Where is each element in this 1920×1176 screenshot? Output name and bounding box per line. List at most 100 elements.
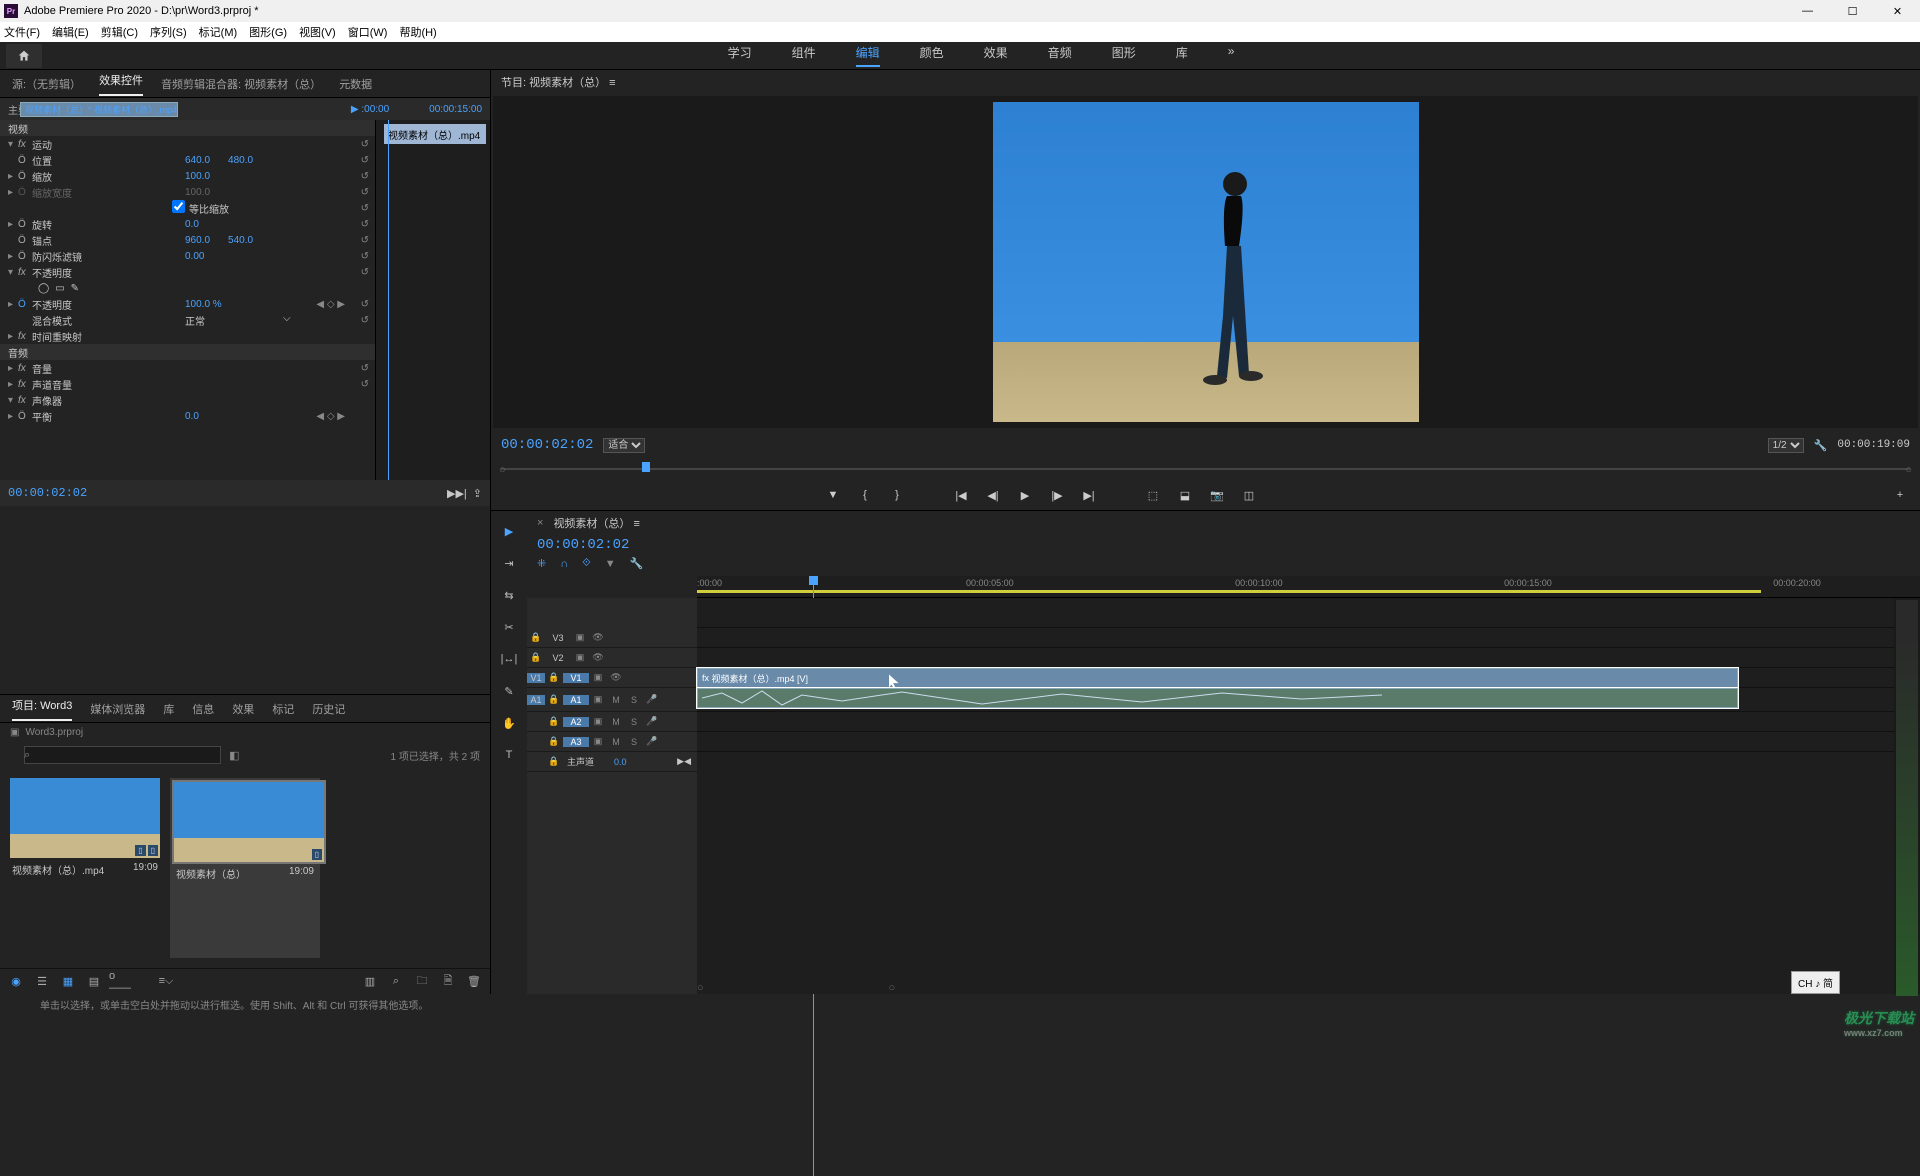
program-monitor[interactable] <box>493 96 1918 428</box>
lock-icon[interactable]: 🔒 <box>545 756 563 767</box>
reset-icon[interactable]: ↺ <box>361 171 369 182</box>
project-item[interactable]: ▯▯ 视频素材（总）.mp419:09 <box>10 778 160 958</box>
minimize-button[interactable]: — <box>1785 0 1830 22</box>
reset-icon[interactable]: ↺ <box>361 235 369 246</box>
automate-icon[interactable]: ▥ <box>362 974 378 990</box>
settings-icon[interactable]: 🔧 <box>1814 439 1828 452</box>
ec-position-x[interactable]: 640.0 <box>185 155 210 166</box>
voice-icon[interactable]: 🎤 <box>643 694 661 705</box>
zoom-slider[interactable]: o—— <box>112 974 128 990</box>
ime-indicator[interactable]: CH ♪ 简 <box>1791 971 1840 994</box>
menu-markers[interactable]: 标记(M) <box>199 24 238 40</box>
ec-export-icon[interactable]: ⇪ <box>473 487 482 500</box>
track-v3[interactable]: V3 <box>545 633 571 643</box>
source-patch-v1[interactable]: V1 <box>527 673 545 683</box>
project-item[interactable]: ▯ 视频素材（总）19:09 <box>170 778 320 958</box>
reset-icon[interactable]: ↺ <box>361 203 369 214</box>
source-patch-a1[interactable]: A1 <box>527 695 545 705</box>
workspace-learn[interactable]: 学习 <box>728 44 752 67</box>
reset-icon[interactable]: ↺ <box>361 187 369 198</box>
track-v1[interactable]: V1 <box>563 673 589 683</box>
tab-info[interactable]: 信息 <box>192 701 214 717</box>
toggle-sync-icon[interactable]: 👁 <box>589 632 607 643</box>
toggle-output-icon[interactable]: ▣ <box>589 694 607 705</box>
new-bin-icon[interactable]: 🗀 <box>414 974 430 990</box>
ripple-edit-tool[interactable]: ⇆ <box>499 585 519 605</box>
search-input[interactable] <box>24 746 221 764</box>
tab-project[interactable]: 项目: Word3 <box>12 697 72 721</box>
ec-balance-val[interactable]: 0.0 <box>185 411 199 422</box>
track-a1[interactable]: A1 <box>563 695 589 705</box>
list-view-icon[interactable]: ☰ <box>34 974 50 990</box>
ec-flicker-val[interactable]: 0.00 <box>185 251 204 262</box>
ec-timeline-clip[interactable]: 视频素材（总）.mp4 <box>384 124 486 144</box>
reset-icon[interactable]: ↺ <box>361 379 369 390</box>
mask-ellipse-icon[interactable]: ◯ <box>38 283 49 294</box>
go-to-out-button[interactable]: ▶| <box>1079 485 1099 505</box>
ec-uniform-scale-checkbox[interactable] <box>172 200 185 213</box>
ec-time-remap[interactable]: 时间重映射 <box>32 329 82 344</box>
ec-panner[interactable]: 声像器 <box>32 393 62 408</box>
menu-view[interactable]: 视图(V) <box>299 24 336 40</box>
menu-help[interactable]: 帮助(H) <box>399 24 436 40</box>
ec-blend-val[interactable]: 正常 <box>185 313 205 328</box>
reset-icon[interactable]: ↺ <box>361 315 369 326</box>
ec-scale-val[interactable]: 100.0 <box>185 171 210 182</box>
tab-effects[interactable]: 效果 <box>232 701 254 717</box>
reset-icon[interactable]: ↺ <box>361 155 369 166</box>
mask-pen-icon[interactable]: ✎ <box>71 283 79 294</box>
mask-rect-icon[interactable]: ▭ <box>55 283 64 294</box>
home-button[interactable] <box>6 44 42 68</box>
button-editor[interactable]: + <box>1890 485 1910 505</box>
record-icon[interactable]: ◉ <box>8 974 24 990</box>
step-forward-button[interactable]: |▶ <box>1047 485 1067 505</box>
close-button[interactable]: ✕ <box>1875 0 1920 22</box>
solo-icon[interactable]: S <box>625 695 643 705</box>
sort-icon[interactable]: ≡⌵ <box>158 974 174 990</box>
tab-audio-clip-mixer[interactable]: 音频剪辑混合器: 视频素材（总） <box>161 76 321 92</box>
pen-tool[interactable]: ✎ <box>499 681 519 701</box>
tab-media-browser[interactable]: 媒体浏览器 <box>90 701 145 717</box>
master-val[interactable]: 0.0 <box>614 757 627 767</box>
toggle-output-icon[interactable]: ▣ <box>571 652 589 663</box>
extract-button[interactable]: ⬓ <box>1175 485 1195 505</box>
go-to-in-button[interactable]: |◀ <box>951 485 971 505</box>
timeline-track-area[interactable]: fx 视频素材（总）.mp4 [V] ○ <box>697 598 1894 994</box>
reset-icon[interactable]: ↺ <box>361 363 369 374</box>
ec-opacity[interactable]: 不透明度 <box>32 265 72 280</box>
ec-position-y[interactable]: 480.0 <box>228 155 253 166</box>
workspace-libraries[interactable]: 库 <box>1176 44 1188 67</box>
tab-history[interactable]: 历史记 <box>312 701 345 717</box>
menu-edit[interactable]: 编辑(E) <box>52 24 89 40</box>
lock-icon[interactable]: 🔒 <box>545 736 563 747</box>
scrubber-playhead[interactable] <box>642 462 650 472</box>
new-item-icon[interactable]: 🗎 <box>440 974 456 990</box>
mute-icon[interactable]: M <box>607 695 625 705</box>
toggle-sync-icon[interactable]: 👁 <box>607 672 625 683</box>
tab-markers[interactable]: 标记 <box>272 701 294 717</box>
menu-graphics[interactable]: 图形(G) <box>249 24 287 40</box>
workspace-assembly[interactable]: 组件 <box>792 44 816 67</box>
mark-out-button[interactable]: } <box>887 485 907 505</box>
slip-tool[interactable]: |↔| <box>499 649 519 669</box>
reset-icon[interactable]: ↺ <box>361 219 369 230</box>
audio-clip[interactable] <box>697 688 1738 708</box>
master-track[interactable]: 主声道 <box>567 755 594 768</box>
type-tool[interactable]: T <box>499 745 519 765</box>
export-frame-button[interactable]: 📷 <box>1207 485 1227 505</box>
razor-tool[interactable]: ✂ <box>499 617 519 637</box>
lock-icon[interactable]: 🔒 <box>545 672 563 683</box>
linked-selection-icon[interactable]: ∩ <box>560 558 568 570</box>
add-marker-button[interactable]: ▼ <box>823 485 843 505</box>
selection-tool[interactable]: ▶ <box>499 521 519 541</box>
play-button[interactable]: ▶ <box>1015 485 1035 505</box>
workspace-color[interactable]: 颜色 <box>920 44 944 67</box>
workspace-overflow[interactable]: » <box>1228 44 1235 67</box>
ec-anchor-y[interactable]: 540.0 <box>228 235 253 246</box>
freeform-view-icon[interactable]: ▤ <box>86 974 102 990</box>
lock-icon[interactable]: 🔒 <box>545 694 563 705</box>
timeline-timecode[interactable]: 00:00:02:02 <box>537 537 629 553</box>
settings-marker-icon[interactable]: ▼ <box>605 558 616 570</box>
tab-effect-controls[interactable]: 效果控件 <box>99 72 143 96</box>
ec-opacity-val[interactable]: 100.0 % <box>185 299 222 310</box>
